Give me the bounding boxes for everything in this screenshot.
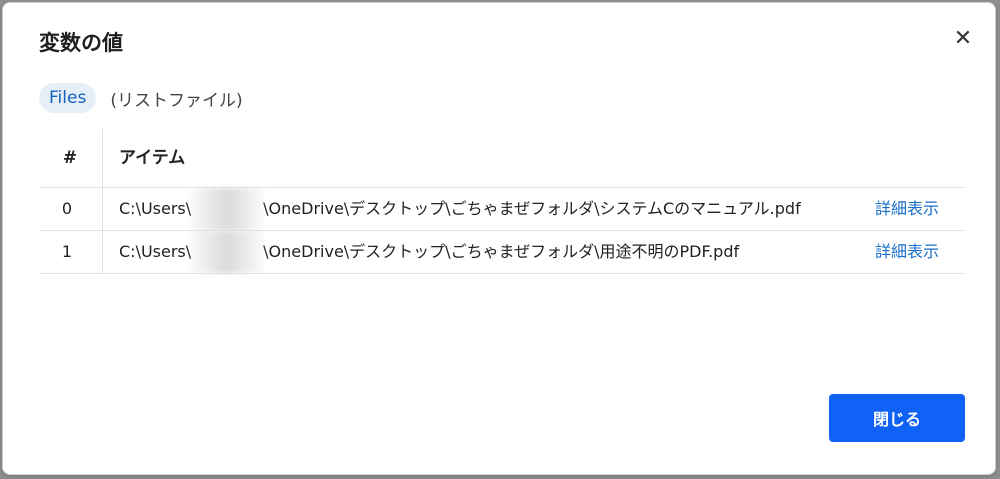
redacted-username — [191, 231, 264, 273]
dialog-title: 変数の値 — [39, 31, 123, 55]
row-item-path: C:\Users\ \OneDrive\デスクトップ\ごちゃまぜフォルダ\用途不… — [119, 231, 739, 273]
variable-header: Files (リストファイル) — [39, 83, 243, 113]
variable-value-dialog: 変数の値 ✕ Files (リストファイル) # アイテム 0 C:\Users… — [2, 2, 996, 475]
variable-type-label: (リストファイル) — [110, 90, 243, 111]
path-prefix: C:\Users\ — [119, 199, 192, 218]
items-table: # アイテム 0 C:\Users\ \OneDrive\デスクトップ\ごちゃま… — [39, 129, 965, 274]
variable-name-chip: Files — [39, 83, 97, 113]
path-prefix: C:\Users\ — [119, 242, 192, 261]
row-index: 0 — [61, 199, 73, 218]
header-item: アイテム — [119, 148, 186, 168]
table-row: 0 C:\Users\ \OneDrive\デスクトップ\ごちゃまぜフォルダ\シ… — [39, 188, 965, 231]
close-icon[interactable]: ✕ — [949, 25, 977, 53]
redacted-username — [191, 188, 264, 230]
close-button[interactable]: 閉じる — [829, 394, 965, 442]
table-header: # アイテム — [39, 129, 965, 188]
table-row: 1 C:\Users\ \OneDrive\デスクトップ\ごちゃまぜフォルダ\用… — [39, 231, 965, 274]
row-index: 1 — [61, 242, 73, 261]
details-link[interactable]: 詳細表示 — [875, 188, 939, 230]
path-suffix: \OneDrive\デスクトップ\ごちゃまぜフォルダ\システムCのマニュアル.p… — [263, 199, 801, 218]
path-suffix: \OneDrive\デスクトップ\ごちゃまぜフォルダ\用途不明のPDF.pdf — [263, 242, 740, 261]
row-item-path: C:\Users\ \OneDrive\デスクトップ\ごちゃまぜフォルダ\システ… — [119, 188, 801, 230]
details-link[interactable]: 詳細表示 — [875, 231, 939, 273]
header-index: # — [62, 148, 78, 168]
